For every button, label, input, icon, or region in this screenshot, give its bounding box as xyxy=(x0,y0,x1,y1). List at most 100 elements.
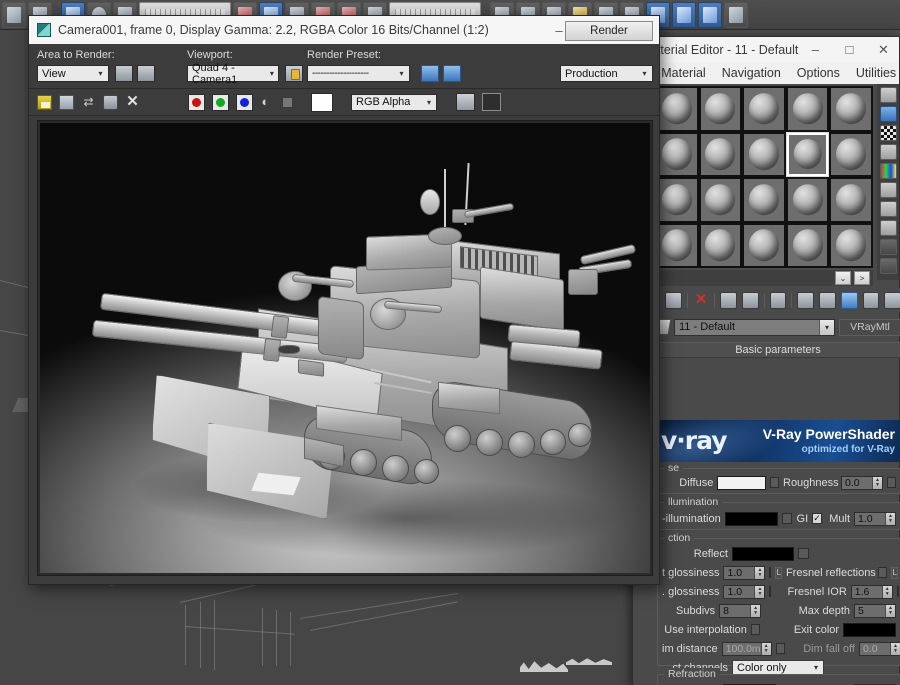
sample-slot[interactable] xyxy=(656,223,698,267)
make-preview-icon[interactable] xyxy=(879,182,897,198)
fresnel-ior-spinner[interactable]: 1.6 ▲ ▼ xyxy=(850,584,893,599)
backlight-icon[interactable] xyxy=(879,106,897,122)
sample-slot[interactable] xyxy=(786,87,829,131)
material-effects-channel-icon[interactable] xyxy=(797,291,815,309)
red-channel-icon[interactable] xyxy=(188,93,205,111)
sample-slot[interactable] xyxy=(830,223,872,267)
lock-glossiness-button[interactable]: L xyxy=(775,566,782,579)
material-editor-side-toolbar[interactable] xyxy=(877,84,899,280)
chevron-down-icon[interactable]: ▾ xyxy=(266,69,278,78)
spinner-arrows-icon[interactable]: ▲ ▼ xyxy=(885,512,895,525)
load-preset-icon[interactable] xyxy=(421,65,439,82)
sample-slot[interactable] xyxy=(830,132,872,176)
self-illumination-map-button[interactable] xyxy=(782,513,793,524)
material-editor-toolbar[interactable]: ✕ xyxy=(655,288,900,312)
sample-slot[interactable] xyxy=(699,87,742,131)
mult-spinner[interactable]: 1.0 ▲ ▼ xyxy=(854,511,896,526)
sample-type-icon[interactable] xyxy=(879,87,897,103)
menu-material[interactable]: Material xyxy=(661,66,705,80)
clone-bitmap-icon[interactable]: ⇄ xyxy=(81,95,96,110)
reflect-color-swatch[interactable] xyxy=(732,546,794,561)
show-map-in-viewport-icon[interactable] xyxy=(819,291,836,309)
sample-slot[interactable] xyxy=(699,132,742,176)
diffuse-map-button[interactable] xyxy=(770,477,779,488)
area-to-render-dropdown[interactable]: View ▾ xyxy=(37,65,109,82)
fresnel-reflections-checkbox[interactable]: ✓ xyxy=(877,567,888,578)
use-interpolation-checkbox[interactable]: ✓ xyxy=(750,624,761,635)
print-bitmap-icon[interactable] xyxy=(103,94,118,110)
refl-gloss-map-button[interactable] xyxy=(769,586,772,597)
pick-material-icon[interactable] xyxy=(879,258,897,274)
spinner-arrows-icon[interactable]: ▲ ▼ xyxy=(754,566,765,579)
spinner-arrows-icon[interactable]: ▲ ▼ xyxy=(881,585,892,598)
exit-color-swatch[interactable] xyxy=(843,622,896,637)
sample-slot[interactable] xyxy=(785,131,830,177)
save-preset-icon[interactable] xyxy=(443,65,461,82)
menu-utilities[interactable]: Utilities xyxy=(856,66,896,80)
options-icon[interactable] xyxy=(879,201,897,217)
sample-uv-tiling-icon[interactable] xyxy=(879,144,897,160)
render-mode-dropdown[interactable]: Production ▾ xyxy=(560,65,653,82)
sample-slot[interactable] xyxy=(743,87,785,131)
subdivs-spinner[interactable]: 8 ▲ ▼ xyxy=(719,603,762,618)
gi-checkbox[interactable]: ✓ xyxy=(812,513,822,524)
chevron-down-icon[interactable]: ▾ xyxy=(809,663,823,672)
spinner-arrows-icon[interactable]: ▲ ▼ xyxy=(754,585,765,598)
roughness-spinner[interactable]: 0.0 ▲ ▼ xyxy=(841,475,883,490)
sample-slot[interactable] xyxy=(786,178,829,222)
edit-region-icon[interactable] xyxy=(115,65,133,82)
select-by-material-icon[interactable] xyxy=(879,220,897,236)
scroll-down-icon[interactable]: ⌄ xyxy=(835,271,851,285)
go-forward-to-sibling-icon[interactable] xyxy=(884,291,900,309)
copy-bitmap-icon[interactable] xyxy=(59,94,74,110)
sample-slot[interactable] xyxy=(656,132,698,176)
save-bitmap-icon[interactable] xyxy=(37,94,52,110)
reflect-map-button[interactable] xyxy=(798,548,809,559)
sample-slot[interactable] xyxy=(743,223,785,267)
monochrome-icon[interactable]: ◖ xyxy=(260,94,275,110)
chevron-down-icon[interactable]: ▾ xyxy=(637,69,652,78)
make-material-copy-icon[interactable] xyxy=(720,291,738,309)
menu-navigation[interactable]: Navigation xyxy=(722,66,781,80)
lock-fresnel-button[interactable]: L xyxy=(891,566,898,579)
material-type-button[interactable]: VRayMtl xyxy=(839,318,900,336)
viewport-dropdown[interactable]: Quad 4 - Camera1 ▾ xyxy=(187,62,279,86)
diffuse-color-swatch[interactable] xyxy=(717,475,766,490)
fresnel-ior-map-button[interactable] xyxy=(896,586,899,597)
roughness-map-button[interactable] xyxy=(887,477,896,488)
sample-slot[interactable] xyxy=(743,178,785,222)
sample-slot[interactable] xyxy=(699,223,742,267)
blue-channel-icon[interactable] xyxy=(236,93,253,111)
show-end-result-icon[interactable] xyxy=(840,291,858,309)
toolbar-icon-render-production[interactable] xyxy=(698,1,722,28)
sample-slot[interactable] xyxy=(699,178,742,222)
toolbar-icon-render-iterative[interactable] xyxy=(724,1,748,28)
put-to-library-icon[interactable] xyxy=(769,291,787,309)
dim-falloff-spinner[interactable]: 0.0 ▲ ▼ xyxy=(858,641,900,656)
close-button[interactable]: ✕ xyxy=(866,37,900,62)
material-name-field[interactable]: 11 - Default ▾ xyxy=(674,318,835,336)
background-icon[interactable] xyxy=(879,125,897,141)
sample-slot-nav[interactable]: ⌄ > xyxy=(655,270,873,286)
spinner-arrows-icon[interactable]: ▲ ▼ xyxy=(885,604,895,617)
hilight-glossiness-spinner[interactable]: 1.0 ▲ ▼ xyxy=(723,565,766,580)
background-color-swatch[interactable] xyxy=(311,92,333,112)
sample-slot[interactable] xyxy=(830,87,872,131)
render-canvas[interactable] xyxy=(37,120,653,576)
lock-icon[interactable] xyxy=(285,65,303,82)
channel-dropdown[interactable]: RGB Alpha ▾ xyxy=(351,93,437,111)
get-material-icon[interactable] xyxy=(664,291,682,309)
sample-slot[interactable] xyxy=(743,132,785,176)
make-unique-icon[interactable] xyxy=(742,291,759,309)
maximize-button[interactable]: □ xyxy=(832,37,866,62)
video-color-check-icon[interactable] xyxy=(879,163,897,179)
hilight-gloss-map-button[interactable] xyxy=(769,567,772,578)
green-channel-icon[interactable] xyxy=(212,93,229,111)
sample-slot[interactable] xyxy=(786,223,829,267)
spinner-arrows-icon[interactable]: ▲ ▼ xyxy=(872,476,882,489)
reset-map-icon[interactable]: ✕ xyxy=(693,292,710,309)
sample-slot[interactable] xyxy=(656,178,698,222)
alpha-channel-icon[interactable] xyxy=(282,96,293,108)
toolbar-icon-render-frame[interactable] xyxy=(672,1,696,28)
material-id-channel-icon[interactable] xyxy=(879,239,897,255)
